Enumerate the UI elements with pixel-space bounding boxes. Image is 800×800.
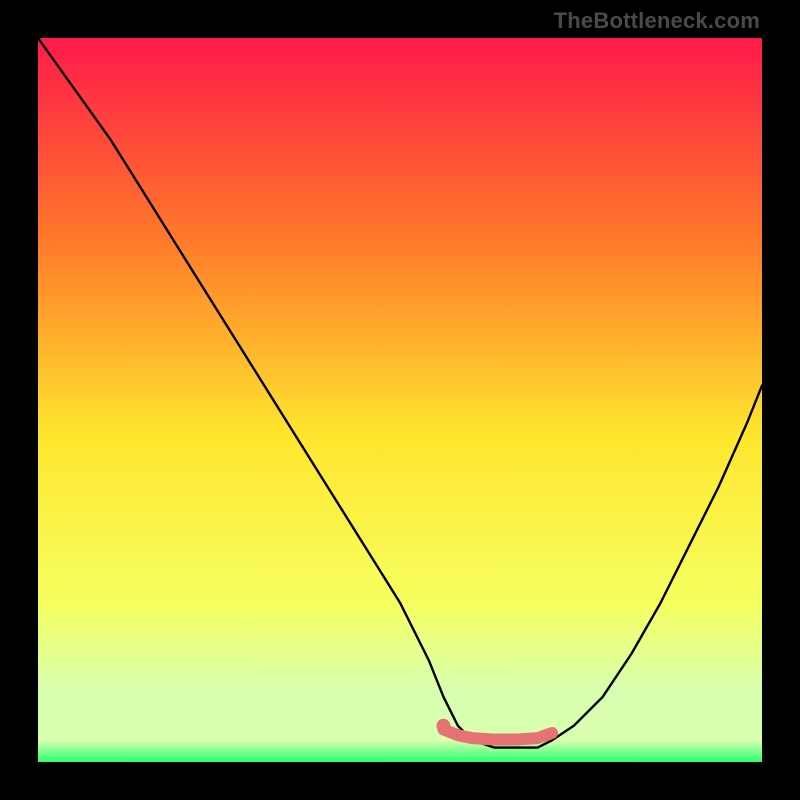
bottleneck-curve [38, 38, 762, 748]
watermark-text: TheBottleneck.com [554, 8, 760, 34]
chart-frame: TheBottleneck.com [0, 0, 800, 800]
plot-area [38, 38, 762, 762]
curve-layer [38, 38, 762, 762]
highlight-dot [436, 719, 450, 733]
highlight-segment [443, 729, 552, 739]
